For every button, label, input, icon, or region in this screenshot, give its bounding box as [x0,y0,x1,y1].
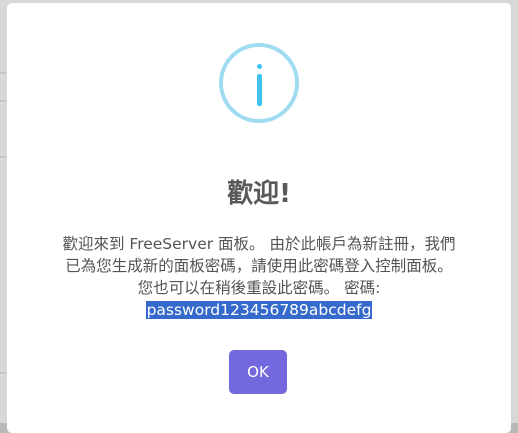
background-divider [0,100,6,102]
password-text[interactable]: password123456789abcdefg [145,301,373,319]
dialog-title: 歡迎! [227,179,291,209]
dialog-message: 歡迎來到 FreeServer 面板。 由於此帳戶為新註冊，我們 已為您生成新的… [29,233,489,321]
message-line-3: 您也可以在稍後重設此密碼。 密碼: [137,279,381,297]
background-divider [0,372,6,374]
welcome-dialog: 歡迎! 歡迎來到 FreeServer 面板。 由於此帳戶為新註冊，我們 已為您… [7,3,511,433]
info-icon-stem [257,74,262,106]
background-divider [0,156,6,158]
info-icon [219,43,299,123]
ok-button[interactable]: OK [229,350,287,394]
password-row: password123456789abcdefg [29,299,489,321]
message-line-1: 歡迎來到 FreeServer 面板。 由於此帳戶為新註冊，我們 [62,235,456,253]
background-divider [0,72,6,74]
message-line-2: 已為您生成新的面板密碼，請使用此密碼登入控制面板。 [65,257,453,275]
info-icon-dot [257,64,262,69]
